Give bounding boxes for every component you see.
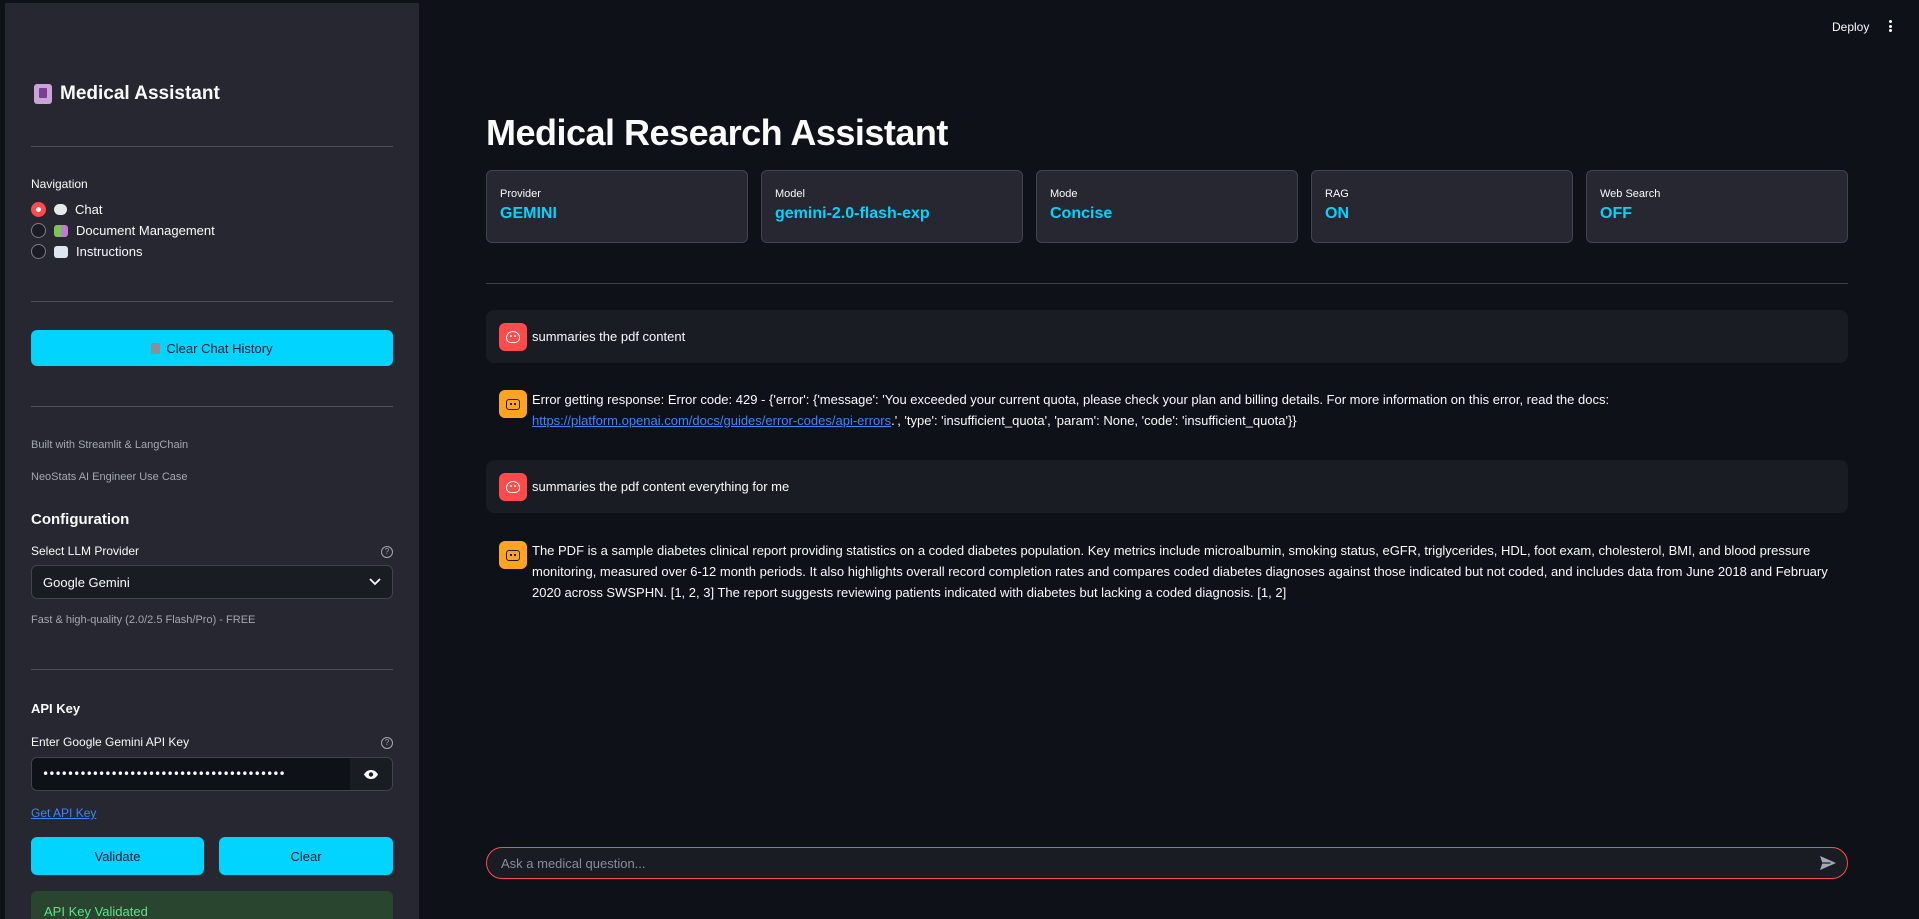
configuration-heading: Configuration: [31, 511, 130, 528]
message-text-part: Error getting response: Error code: 429 …: [532, 392, 1610, 407]
api-key-heading: API Key: [31, 701, 81, 716]
nav-option-label: Chat: [75, 202, 103, 217]
message-text: summaries the pdf content everything for…: [532, 479, 790, 494]
api-key-field[interactable]: •••••••••••••••••••••••••••••••••••••••: [31, 757, 393, 791]
provider-select-label: Select LLM Provider: [31, 544, 140, 558]
message-text-part: .', 'type': 'insufficient_quota', 'param…: [891, 413, 1297, 428]
send-icon[interactable]: [1819, 855, 1837, 871]
help-icon[interactable]: ?: [381, 737, 393, 749]
api-key-validated-alert: API Key Validated: [31, 891, 393, 919]
chat-input[interactable]: Ask a medical question...: [486, 847, 1848, 879]
navigation-label: Navigation: [31, 177, 88, 191]
provider-caption: Fast & high-quality (2.0/2.5 Flash/Pro) …: [31, 614, 256, 626]
message-text: summaries the pdf content: [532, 329, 686, 344]
nav-option-chat[interactable]: Chat: [31, 202, 102, 217]
metric-label: Mode: [1050, 188, 1078, 200]
eye-icon: [364, 769, 378, 779]
metric-model: Model gemini-2.0-flash-exp: [761, 170, 1023, 243]
help-icon[interactable]: ?: [381, 546, 393, 558]
provider-selected-value: Google Gemini: [43, 574, 130, 590]
speech-bubble-icon: [54, 204, 67, 215]
error-docs-link[interactable]: https://platform.openai.com/docs/guides/…: [532, 413, 891, 428]
books-icon: [54, 224, 68, 237]
nav-option-document-management[interactable]: Document Management: [31, 223, 215, 238]
metric-mode: Mode Concise: [1036, 170, 1298, 243]
nav-option-instructions[interactable]: Instructions: [31, 244, 142, 259]
sidebar-divider: [31, 406, 393, 407]
radio-selected-icon[interactable]: [31, 202, 46, 217]
chat-message-assistant: The PDF is a sample diabetes clinical re…: [486, 540, 1848, 603]
show-password-button[interactable]: [350, 758, 392, 790]
app-window: Medical Assistant Navigation Chat Docume…: [0, 0, 1919, 919]
metric-label: Web Search: [1600, 188, 1661, 200]
metric-provider: Provider GEMINI: [486, 170, 748, 243]
nav-option-label: Document Management: [76, 223, 215, 238]
validated-message: API Key Validated: [44, 903, 148, 919]
sidebar-divider: [31, 146, 393, 147]
clear-chat-history-label: Clear Chat History: [166, 340, 273, 356]
metric-value: GEMINI: [500, 205, 557, 222]
metric-value: gemini-2.0-flash-exp: [775, 205, 930, 222]
metric-web-search: Web Search OFF: [1586, 170, 1848, 243]
chat-message-assistant: Error getting response: Error code: 429 …: [486, 389, 1848, 431]
sidebar-title-text: Medical Assistant: [60, 83, 220, 104]
sidebar-app-title: Medical Assistant: [34, 83, 220, 105]
clear-api-key-button[interactable]: Clear: [219, 837, 393, 875]
metric-value: OFF: [1600, 205, 1632, 222]
medical-logo-icon: [34, 84, 52, 104]
api-key-label: Enter Google Gemini API Key: [31, 735, 190, 749]
assistant-avatar-icon: [499, 541, 527, 569]
sidebar-divider: [31, 301, 393, 302]
chevron-down-icon: [369, 578, 381, 586]
user-avatar-icon: [499, 473, 527, 501]
validate-label: Validate: [94, 848, 141, 864]
trash-icon: [151, 342, 161, 354]
assistant-avatar-icon: [499, 390, 527, 418]
footer-use-case: NeoStats AI Engineer Use Case: [31, 471, 188, 483]
footer-built-with: Built with Streamlit & LangChain: [31, 439, 189, 451]
clear-chat-history-button[interactable]: Clear Chat History: [31, 330, 393, 366]
metric-label: Model: [775, 188, 805, 200]
message-text: Error getting response: Error code: 429 …: [532, 389, 1836, 431]
api-key-input[interactable]: •••••••••••••••••••••••••••••••••••••••: [32, 758, 350, 790]
metric-label: Provider: [500, 188, 541, 200]
metric-rag: RAG ON: [1311, 170, 1573, 243]
provider-select[interactable]: Google Gemini: [31, 565, 393, 599]
main-menu-icon[interactable]: [1888, 20, 1892, 32]
validate-button[interactable]: Validate: [31, 837, 204, 875]
chat-input-placeholder: Ask a medical question...: [501, 855, 646, 871]
sidebar: Medical Assistant Navigation Chat Docume…: [5, 3, 419, 919]
chat-message-user: summaries the pdf content everything for…: [486, 460, 1848, 513]
radio-icon[interactable]: [31, 244, 46, 259]
get-api-key-link[interactable]: Get API Key: [31, 806, 96, 820]
metric-value: ON: [1325, 205, 1349, 222]
radio-icon[interactable]: [31, 223, 46, 238]
sidebar-divider: [31, 669, 393, 670]
clear-label: Clear: [290, 848, 322, 864]
metric-value: Concise: [1050, 205, 1113, 222]
main-divider: [486, 283, 1848, 284]
deploy-button[interactable]: Deploy: [1832, 20, 1869, 34]
nav-option-label: Instructions: [76, 244, 143, 259]
chat-message-user: summaries the pdf content: [486, 310, 1848, 363]
user-avatar-icon: [499, 323, 527, 351]
message-text: The PDF is a sample diabetes clinical re…: [532, 543, 1828, 600]
metric-label: RAG: [1325, 188, 1349, 200]
open-book-icon: [54, 245, 68, 258]
page-title: Medical Research Assistant: [486, 112, 948, 153]
